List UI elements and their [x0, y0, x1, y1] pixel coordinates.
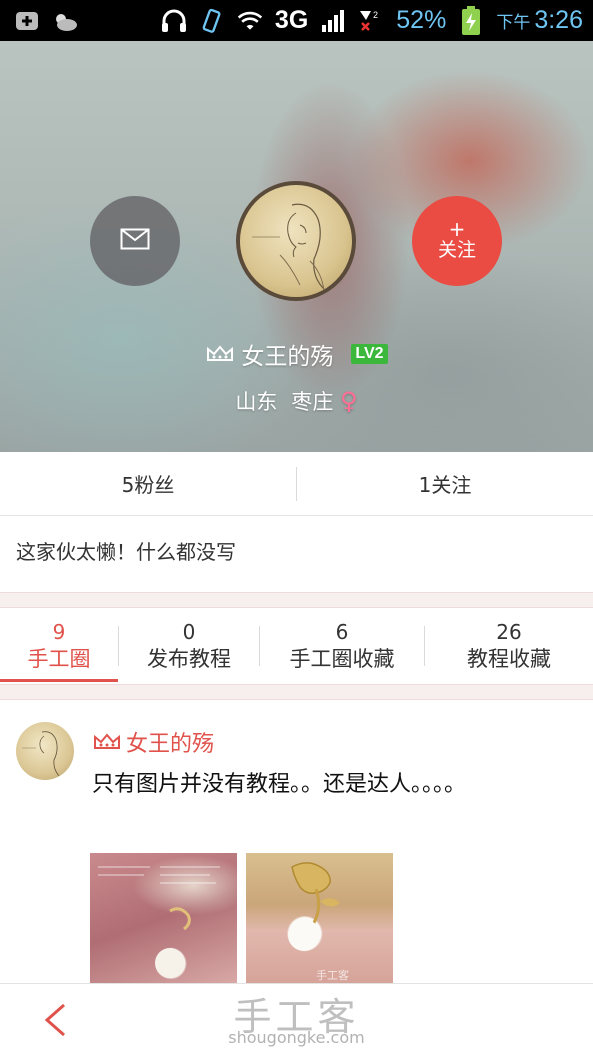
battery-charging-icon — [458, 5, 484, 35]
section-divider — [0, 684, 593, 700]
section-divider — [0, 592, 593, 608]
add-notification-icon — [14, 10, 40, 32]
profile-tabs: 9 手工圈 0 发布教程 6 手工圈收藏 26 教程收藏 — [0, 608, 593, 684]
vibrate-icon — [199, 8, 225, 33]
clock: 3:26 — [534, 6, 583, 34]
location-province: 山东 — [235, 390, 278, 414]
crown-icon — [92, 732, 122, 752]
plus-icon: + — [448, 217, 466, 241]
post-author-name[interactable]: 女王的殇 — [126, 726, 214, 758]
tab-published-tutorials[interactable]: 0 发布教程 — [119, 608, 259, 684]
profile-name-row: 女王的殇 LV2 — [0, 337, 593, 371]
profile-header: + 关注 女王的殇 LV2 山东 枣庄 ♀ — [0, 41, 593, 452]
post-author-avatar[interactable] — [16, 722, 74, 780]
tab-tutorial-favorites[interactable]: 26 教程收藏 — [425, 608, 593, 684]
tab-count: 0 — [182, 620, 196, 644]
tab-count: 6 — [335, 620, 349, 644]
username: 女王的殇 — [241, 344, 334, 370]
svg-text:手工客: 手工客 — [316, 968, 349, 982]
signal-sim2-icon: 2 — [358, 10, 384, 32]
tab-handcraft-circle[interactable]: 9 手工圈 — [0, 608, 118, 684]
post-author-row: 女王的殇 — [92, 726, 214, 758]
location-row: 山东 枣庄 ♀ — [0, 386, 593, 416]
tab-label: 手工圈收藏 — [289, 647, 395, 671]
female-gender-icon: ♀ — [340, 387, 358, 415]
profile-avatar[interactable] — [236, 181, 356, 301]
profile-bio: 这家伙太懒！什么都没写 — [16, 540, 236, 564]
svg-text:2: 2 — [373, 10, 378, 20]
headset-icon — [161, 9, 187, 32]
watermark-url: shougongke.com — [228, 1028, 365, 1047]
weather-icon — [52, 10, 78, 32]
network-type: 3G — [274, 6, 309, 34]
signal-icon — [320, 9, 346, 32]
status-bar: 3G 2 52% 下午 3:26 — [0, 0, 593, 41]
battery-percent: 52% — [396, 6, 447, 34]
post-text: 只有图片并没有教程。。还是达人。。。。 — [92, 772, 467, 797]
follow-stats: 5粉丝 1关注 — [0, 452, 593, 516]
tab-label: 发布教程 — [147, 647, 231, 671]
follow-label: 关注 — [437, 239, 476, 261]
message-button[interactable] — [90, 196, 180, 286]
wifi-icon — [237, 10, 263, 32]
fans-count[interactable]: 5粉丝 — [0, 469, 296, 498]
post-image[interactable]: 手工客 — [246, 853, 393, 983]
tab-label: 教程收藏 — [467, 647, 551, 671]
tab-count: 26 — [496, 620, 522, 644]
following-count[interactable]: 1关注 — [297, 469, 593, 498]
follow-button[interactable]: + 关注 — [412, 196, 502, 286]
crown-icon — [205, 344, 235, 364]
time-period: 下午 — [496, 13, 531, 33]
post-image[interactable] — [90, 853, 237, 983]
tab-circle-favorites[interactable]: 6 手工圈收藏 — [260, 608, 424, 684]
level-badge: LV2 — [351, 344, 388, 364]
tab-label: 手工圈 — [27, 647, 91, 671]
envelope-icon — [120, 228, 150, 254]
tab-count: 9 — [52, 620, 66, 644]
bottom-bar: 手工客 shougongke.com — [0, 983, 593, 1055]
location-city: 枣庄 — [291, 390, 334, 414]
